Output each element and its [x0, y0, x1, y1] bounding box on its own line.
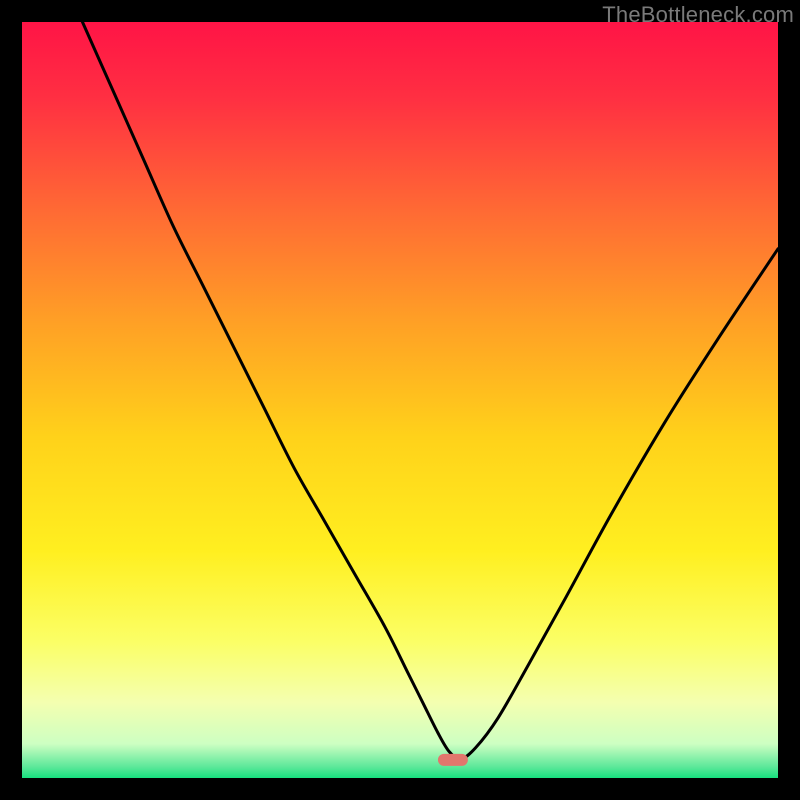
bottleneck-plot [22, 22, 778, 778]
watermark-text: TheBottleneck.com [602, 2, 794, 28]
chart-frame [22, 22, 778, 778]
gradient-background [22, 22, 778, 778]
optimal-marker [438, 754, 468, 766]
